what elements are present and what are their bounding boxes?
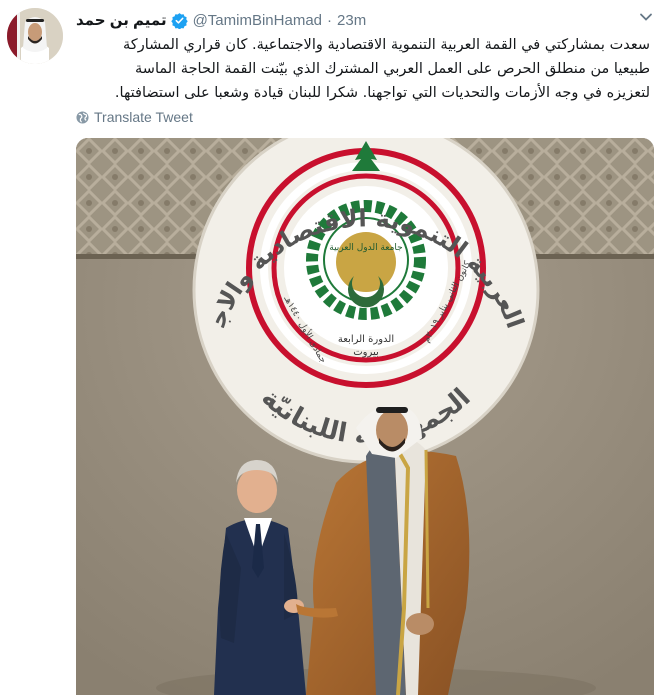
user-handle[interactable]: @TamimBinHamad xyxy=(193,12,322,29)
chevron-down-icon[interactable] xyxy=(639,10,653,24)
league-logo-text: جامعة الدول العربية xyxy=(329,243,402,253)
display-name[interactable]: تميم بن حمد xyxy=(76,11,167,29)
tweet-header: تميم بن حمد @TamimBinHamad · 23m xyxy=(76,9,366,31)
verified-badge-icon xyxy=(170,12,188,29)
translate-tweet-label: Translate Tweet xyxy=(94,109,193,125)
tweet-text-line: سعدت بمشاركتي في القمة العربية التنموية … xyxy=(123,37,650,53)
tweet-timestamp[interactable]: 23m xyxy=(337,12,366,29)
avatar[interactable] xyxy=(7,8,63,64)
tweet-text-line: لتعزيزه في وجه الأزمات والتحديات التي تو… xyxy=(114,85,650,101)
tweet-text: سعدت بمشاركتي في القمة العربية التنموية … xyxy=(76,33,650,105)
translate-tweet-link[interactable]: Translate Tweet xyxy=(76,107,193,127)
tweet-photo[interactable]: جامعة الدول العربية الدورة الرابعة بيروت… xyxy=(76,138,654,695)
dot-separator: · xyxy=(327,11,333,29)
globe-icon xyxy=(76,110,89,124)
tweet-text-line: طبيعيا من منطلق الحرص على العمل العربي ا… xyxy=(135,61,650,77)
tweet: تميم بن حمد @TamimBinHamad · 23m سعدت بم… xyxy=(0,0,663,695)
emblem-session-text: الدورة الرابعة xyxy=(338,334,394,345)
emblem-city-text: بيروت xyxy=(353,347,379,358)
